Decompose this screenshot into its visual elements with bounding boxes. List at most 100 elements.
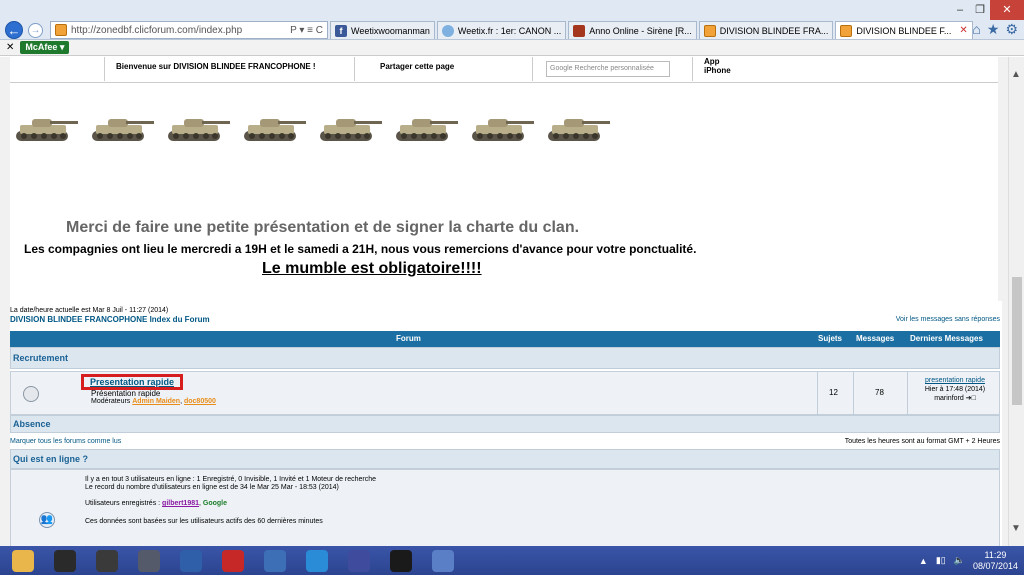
- taskbar-app[interactable]: [4, 547, 42, 574]
- divider: [532, 57, 533, 81]
- command-toolbar: ✕ McAfee ▾: [0, 40, 1024, 56]
- mcafee-button[interactable]: McAfee ▾: [20, 41, 70, 54]
- page-scrollbar[interactable]: ▲ ▼: [1008, 57, 1024, 546]
- taskbar-app[interactable]: [130, 547, 168, 574]
- category-title[interactable]: Recrutement: [13, 353, 68, 363]
- online-record: Le record du nombre d'utilisateurs en li…: [85, 484, 339, 491]
- forum-banner: Merci de faire une petite présentation e…: [10, 83, 998, 301]
- category-title[interactable]: Absence: [13, 419, 51, 429]
- app-icon: [180, 549, 202, 572]
- tank-image: [162, 113, 238, 145]
- divider: [817, 372, 818, 416]
- address-bar-tools[interactable]: P ▾ ≡ C: [290, 25, 323, 36]
- scroll-down-icon[interactable]: ▼: [1011, 523, 1021, 534]
- address-bar[interactable]: http://zonedbf.clicforum.com/index.php P…: [50, 21, 328, 39]
- google-search-input[interactable]: Google Recherche personnalisée: [546, 61, 670, 77]
- video-icon: [348, 549, 370, 572]
- who-is-online-title[interactable]: Qui est en ligne ?: [13, 454, 88, 464]
- tank-image: [542, 113, 618, 145]
- home-icon[interactable]: ⌂: [972, 21, 980, 38]
- last-post-author-line: marinford ➔□: [911, 394, 999, 403]
- volume-icon[interactable]: 🔈: [954, 555, 965, 566]
- taskbar-apps: [0, 547, 462, 574]
- taskbar-app[interactable]: [46, 547, 84, 574]
- app-iphone-link[interactable]: App iPhone: [704, 57, 731, 75]
- forward-button[interactable]: →: [28, 23, 43, 38]
- last-post-author[interactable]: marinford: [934, 395, 964, 402]
- topics-column-header: Sujets: [818, 334, 843, 343]
- tab-label: Weetixwoomanman: [351, 25, 430, 36]
- browser-titlebar: – ❐ ✕ ← → http://zonedbf.clicforum.com/i…: [0, 0, 1024, 40]
- taskbar-app[interactable]: [172, 547, 210, 574]
- restore-button[interactable]: ❐: [970, 0, 990, 20]
- taskbar-app[interactable]: [298, 547, 336, 574]
- forum-index-link[interactable]: DIVISION BLINDEE FRANCOPHONE Index du Fo…: [10, 315, 210, 324]
- tab-label: Weetix.fr : 1er: CANON ...: [457, 25, 562, 36]
- posts-column-header: Messages: [856, 334, 895, 343]
- close-tab-icon[interactable]: ✕: [959, 25, 967, 36]
- tab-division-active[interactable]: DIVISION BLINDEE F... ✕: [835, 21, 973, 39]
- minimize-button[interactable]: –: [950, 0, 970, 20]
- divider: [104, 57, 105, 81]
- last-post-date: Hier à 17:48 (2014): [924, 386, 986, 393]
- settings-gear-icon[interactable]: ⚙: [1005, 21, 1018, 38]
- taskbar-app[interactable]: [214, 547, 252, 574]
- registered-users-line: Utilisateurs enregistrés : gilbert1981, …: [85, 500, 228, 507]
- anno-icon: [573, 24, 586, 37]
- taskbar-app[interactable]: [256, 547, 294, 574]
- back-button[interactable]: ←: [5, 21, 23, 39]
- registered-users-label: Utilisateurs enregistrés :: [85, 500, 161, 507]
- window-controls: – ❐ ✕: [950, 0, 1024, 20]
- moderator-link[interactable]: doc80500: [184, 398, 216, 405]
- scroll-thumb[interactable]: [1012, 277, 1022, 405]
- network-icon[interactable]: ▮▯: [936, 555, 946, 566]
- tank-image: [390, 113, 466, 145]
- taskbar-app[interactable]: [88, 547, 126, 574]
- calculator-icon: [138, 549, 160, 572]
- weetix-icon: [441, 24, 454, 37]
- forum-row-presentation: Presentation rapide Présentation rapide …: [10, 371, 1000, 416]
- tab-label: DIVISION BLINDEE FRA...: [719, 25, 829, 36]
- mark-all-read-link[interactable]: Marquer tous les forums comme lus: [10, 438, 121, 445]
- who-is-online-header[interactable]: Qui est en ligne ?: [10, 449, 1000, 469]
- welcome-text: Bienvenue sur DIVISION BLINDEE FRANCOPHO…: [116, 62, 316, 71]
- banner-message-mumble: Le mumble est obligatoire!!!!: [262, 260, 482, 277]
- share-link[interactable]: Partager cette page: [380, 62, 454, 71]
- online-user-link[interactable]: gilbert1981: [162, 500, 199, 507]
- tab-weetix[interactable]: Weetix.fr : 1er: CANON ...: [436, 21, 567, 39]
- tank-image: [238, 113, 314, 145]
- moderator-link[interactable]: Admin Maiden: [132, 398, 180, 405]
- forum-table-header: Forum Sujets Messages Derniers Messages: [10, 331, 1000, 347]
- tab-division-1[interactable]: DIVISION BLINDEE FRA...: [698, 21, 834, 39]
- taskbar-app[interactable]: [340, 547, 378, 574]
- close-window-button[interactable]: ✕: [990, 0, 1024, 20]
- url-text[interactable]: http://zonedbf.clicforum.com/index.php: [71, 25, 242, 36]
- system-clock[interactable]: 11:29 08/07/2014: [973, 550, 1018, 572]
- browser-window: – ❐ ✕ ← → http://zonedbf.clicforum.com/i…: [0, 0, 1024, 575]
- tab-anno[interactable]: Anno Online - Sirène [R...: [568, 21, 697, 39]
- forum-column-header: Forum: [396, 334, 421, 343]
- tray-expand-icon[interactable]: ▲: [919, 556, 928, 566]
- forum-description: Présentation rapide: [91, 389, 161, 398]
- tab-label: DIVISION BLINDEE F...: [856, 25, 952, 36]
- clicforum-icon: [703, 24, 716, 37]
- moderators-line: Modérateurs Admin Maiden, doc80500: [91, 398, 216, 405]
- taskbar-app[interactable]: [424, 547, 462, 574]
- close-toolbar-icon[interactable]: ✕: [6, 42, 14, 53]
- clicforum-icon: [840, 24, 853, 37]
- forum-title-link[interactable]: Presentation rapide: [81, 374, 184, 390]
- taskbar-app[interactable]: [382, 547, 420, 574]
- divider: [354, 57, 355, 81]
- tab-facebook[interactable]: f Weetixwoomanman: [330, 21, 435, 39]
- current-datetime: La date/heure actuelle est Mar 8 Juil - …: [10, 307, 169, 314]
- topics-count: 12: [829, 388, 838, 397]
- last-post-link[interactable]: presentation rapide: [911, 376, 999, 385]
- unanswered-messages-link[interactable]: Voir les messages sans réponses: [896, 316, 1000, 323]
- facebook-icon: f: [335, 24, 347, 37]
- goto-post-icon[interactable]: ➔□: [966, 395, 976, 402]
- category-recrutement[interactable]: Recrutement: [10, 347, 1000, 369]
- divider: [907, 372, 908, 416]
- category-absence[interactable]: Absence: [10, 415, 1000, 433]
- scroll-up-icon[interactable]: ▲: [1011, 69, 1021, 80]
- favorites-star-icon[interactable]: ★: [987, 21, 1000, 38]
